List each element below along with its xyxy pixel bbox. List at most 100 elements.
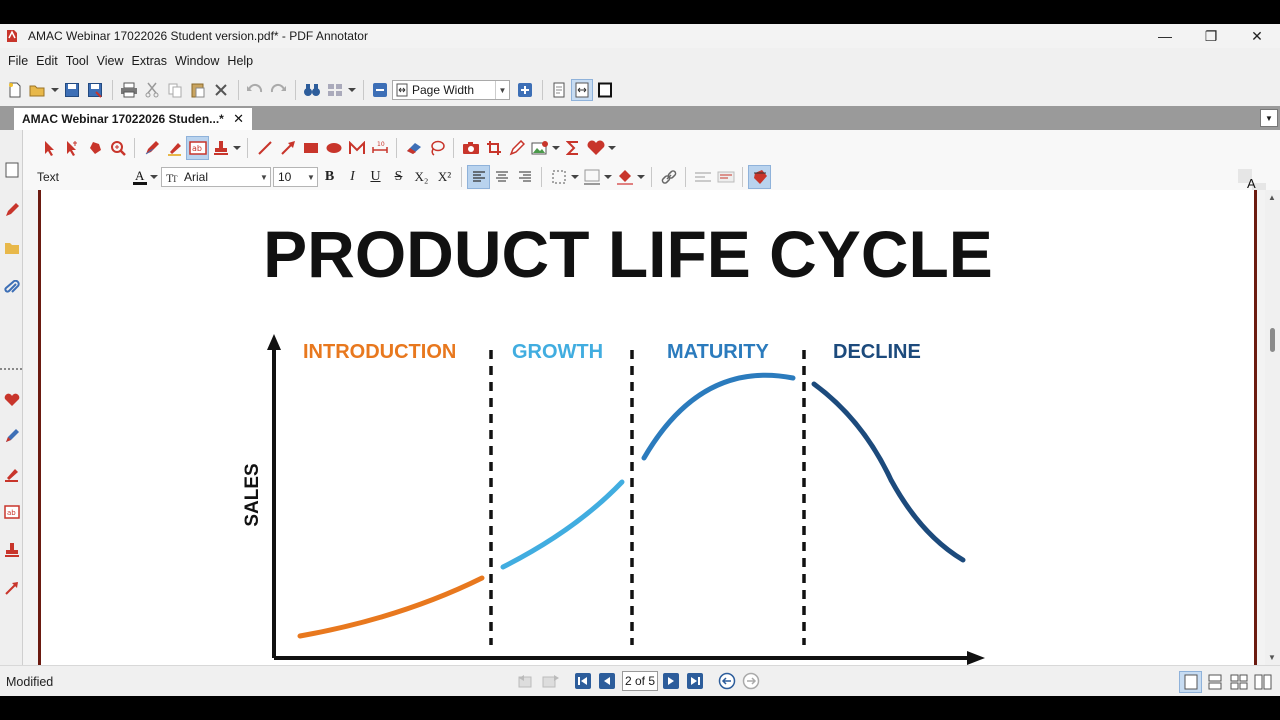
ellipse-tool-icon[interactable] [322, 136, 345, 160]
border-style-icon[interactable] [547, 165, 570, 189]
text-style-icon[interactable] [714, 165, 737, 189]
font-size-select[interactable]: 10 ▼ [273, 167, 318, 187]
save-as-button[interactable] [84, 79, 106, 101]
fit-page-icon[interactable] [548, 79, 570, 101]
font-name-dropdown-icon[interactable]: ▼ [258, 168, 270, 186]
camera-snapshot-icon[interactable] [459, 136, 482, 160]
first-page-button[interactable] [572, 671, 594, 691]
next-view-page-icon[interactable] [540, 671, 562, 691]
copy-icon[interactable] [164, 79, 186, 101]
zoom-select[interactable]: Page Width ▼ [392, 80, 510, 100]
delete-icon[interactable] [210, 79, 232, 101]
open-document-button[interactable] [27, 79, 49, 101]
document-view[interactable]: PRODUCT LIFE CYCLE SALES INTRODUCTION GR… [23, 190, 1265, 665]
border-style-dropdown-icon[interactable] [570, 165, 580, 189]
sigma-formula-icon[interactable] [561, 136, 584, 160]
magnifier-tool-icon[interactable] [106, 136, 129, 160]
menu-view[interactable]: View [93, 54, 128, 68]
font-color-icon[interactable]: A [131, 165, 149, 189]
align-right-icon[interactable] [513, 165, 536, 189]
bold-button[interactable]: B [318, 166, 341, 188]
stamp-dropdown-icon[interactable] [232, 136, 242, 160]
close-tab-icon[interactable]: ✕ [233, 111, 244, 127]
open-dropdown-icon[interactable] [50, 79, 60, 101]
print-icon[interactable] [118, 79, 140, 101]
find-binoculars-icon[interactable] [301, 79, 323, 101]
hand-pan-tool-icon[interactable] [83, 136, 106, 160]
menu-tool[interactable]: Tool [62, 54, 93, 68]
previous-page-button[interactable] [596, 671, 618, 691]
zoom-in-button[interactable] [514, 79, 536, 101]
tab-list-dropdown-icon[interactable]: ▼ [1260, 109, 1278, 127]
last-page-button[interactable] [684, 671, 706, 691]
eraser-tool-icon[interactable] [402, 136, 425, 160]
fit-width-icon[interactable] [571, 79, 593, 101]
redo-icon[interactable] [267, 79, 289, 101]
crop-tool-icon[interactable] [482, 136, 505, 160]
sidebar-highlighter-icon[interactable] [2, 464, 22, 484]
sidebar-pen-icon[interactable] [2, 200, 22, 220]
sidebar-textbox-icon[interactable]: ab [2, 502, 22, 522]
document-tab[interactable]: AMAC Webinar 17022026 Studen...* ✕ [14, 108, 252, 130]
minimize-button[interactable]: — [1142, 24, 1188, 48]
scroll-thumb[interactable] [1270, 328, 1275, 352]
page-number-input[interactable]: 2 of 5 [622, 671, 658, 691]
stamp-tool-icon[interactable] [209, 136, 232, 160]
vertical-scrollbar[interactable]: ▲ ▼ [1265, 190, 1280, 665]
pen-tool-icon[interactable] [140, 136, 163, 160]
paste-icon[interactable] [187, 79, 209, 101]
fullscreen-icon[interactable] [594, 79, 616, 101]
next-page-button[interactable] [660, 671, 682, 691]
navigate-forward-icon[interactable] [740, 671, 762, 691]
restore-button[interactable]: ❐ [1188, 24, 1234, 48]
sidebar-favorites-heart-icon[interactable] [2, 390, 22, 410]
scroll-down-arrow-icon[interactable]: ▼ [1268, 653, 1276, 662]
select-tool-arrow-icon[interactable] [37, 136, 60, 160]
text-properties-icon[interactable] [691, 165, 714, 189]
subscript-button[interactable]: X₂ [410, 166, 433, 188]
strikethrough-button[interactable]: S [387, 166, 410, 188]
insert-image-icon[interactable] [528, 136, 551, 160]
superscript-button[interactable]: X² [433, 166, 456, 188]
undo-icon[interactable] [244, 79, 266, 101]
rectangle-tool-icon[interactable] [299, 136, 322, 160]
menu-extras[interactable]: Extras [128, 54, 171, 68]
lasso-tool-icon[interactable] [425, 136, 448, 160]
measure-tool-icon[interactable]: 10 [368, 136, 391, 160]
book-view-icon[interactable] [1251, 671, 1274, 693]
favorites-dropdown-icon[interactable] [607, 136, 617, 160]
font-color-dropdown-icon[interactable] [149, 165, 159, 189]
annotation-mode-toggle-icon[interactable] [748, 165, 771, 189]
save-button[interactable] [61, 79, 83, 101]
sidebar-blank-page-icon[interactable] [2, 160, 22, 180]
continuous-view-icon[interactable] [1203, 671, 1226, 693]
new-document-button[interactable] [4, 79, 26, 101]
menu-window[interactable]: Window [171, 54, 223, 68]
cut-icon[interactable] [141, 79, 163, 101]
zoom-out-button[interactable] [369, 79, 391, 101]
select-area-tool-icon[interactable] [60, 136, 83, 160]
menu-edit[interactable]: Edit [32, 54, 62, 68]
font-name-select[interactable]: TT Arial ▼ [161, 167, 271, 187]
previous-view-page-icon[interactable] [516, 671, 538, 691]
navigate-back-icon[interactable] [716, 671, 738, 691]
page-thumbnails-icon[interactable] [324, 79, 346, 101]
menu-help[interactable]: Help [223, 54, 257, 68]
fill-color-dropdown-icon[interactable] [636, 165, 646, 189]
align-left-icon[interactable] [467, 165, 490, 189]
text-box-tool-icon[interactable]: ab [186, 136, 209, 160]
sidebar-stamp-icon[interactable] [2, 540, 22, 560]
facing-pages-view-icon[interactable] [1227, 671, 1250, 693]
border-color-dropdown-icon[interactable] [603, 165, 613, 189]
sidebar-folder-icon[interactable] [2, 238, 22, 258]
font-size-dropdown-icon[interactable]: ▼ [305, 168, 317, 186]
menu-file[interactable]: File [4, 54, 32, 68]
single-page-view-icon[interactable] [1179, 671, 1202, 693]
fill-color-bucket-icon[interactable] [613, 165, 636, 189]
arrow-tool-icon[interactable] [276, 136, 299, 160]
align-center-icon[interactable] [490, 165, 513, 189]
link-icon[interactable] [657, 165, 680, 189]
border-color-icon[interactable] [580, 165, 603, 189]
italic-button[interactable]: I [341, 166, 364, 188]
ruler-pencil-icon[interactable] [505, 136, 528, 160]
